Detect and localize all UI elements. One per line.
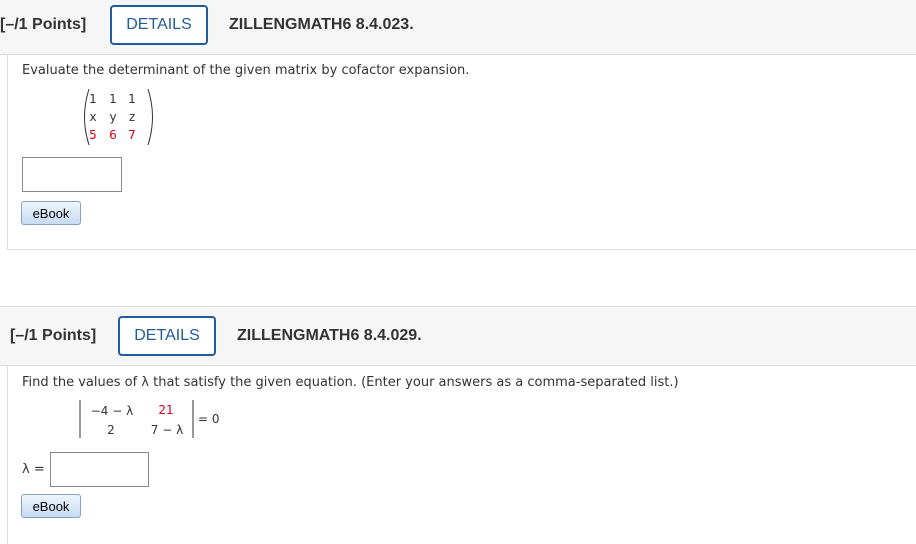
matrix-cell: x bbox=[89, 110, 97, 124]
points-label: [–/1 Points] bbox=[0, 16, 87, 33]
details-button[interactable]: DETAILS bbox=[110, 5, 208, 45]
lambda-answer-input[interactable] bbox=[50, 452, 149, 487]
matrix-cell: z bbox=[128, 110, 136, 124]
question-1-body: Evaluate the determinant of the given ma… bbox=[7, 55, 916, 250]
matrix-cell: 1 bbox=[128, 92, 136, 106]
details-button[interactable]: DETAILS bbox=[118, 316, 216, 356]
question-prompt: Evaluate the determinant of the given ma… bbox=[22, 63, 470, 78]
question-prompt: Find the values of λ that satisfy the gi… bbox=[22, 375, 679, 390]
points-label: [–/1 Points] bbox=[10, 327, 97, 344]
question-reference: ZILLENGMATH6 8.4.023. bbox=[229, 16, 414, 33]
matrix-cell: 6 bbox=[109, 128, 117, 142]
answer-input[interactable] bbox=[22, 157, 122, 192]
determinant-cell: −4 − λ bbox=[90, 404, 134, 418]
determinant-right-bar bbox=[192, 400, 194, 438]
matrix-cell: 5 bbox=[89, 128, 97, 142]
determinant-cell: 7 − λ bbox=[150, 423, 184, 437]
matrix-right-paren bbox=[147, 88, 153, 146]
ebook-button[interactable]: eBook bbox=[21, 494, 81, 518]
determinant-cell: 21 bbox=[158, 403, 174, 417]
question-2-body: Find the values of λ that satisfy the gi… bbox=[7, 365, 916, 544]
question-1-header: [–/1 Points] DETAILS ZILLENGMATH6 8.4.02… bbox=[0, 0, 916, 55]
question-reference: ZILLENGMATH6 8.4.029. bbox=[237, 327, 422, 344]
matrix-cell: 1 bbox=[109, 92, 117, 106]
determinant-left-bar bbox=[79, 400, 81, 438]
ebook-button[interactable]: eBook bbox=[21, 201, 81, 225]
equals-zero: = 0 bbox=[198, 412, 220, 426]
matrix-cell: 7 bbox=[128, 128, 136, 142]
lambda-label: λ = bbox=[22, 462, 45, 477]
matrix-cell: y bbox=[109, 110, 117, 124]
determinant-cell: 2 bbox=[107, 423, 115, 437]
question-2-header: [–/1 Points] DETAILS ZILLENGMATH6 8.4.02… bbox=[0, 306, 916, 366]
matrix-cell: 1 bbox=[89, 92, 97, 106]
